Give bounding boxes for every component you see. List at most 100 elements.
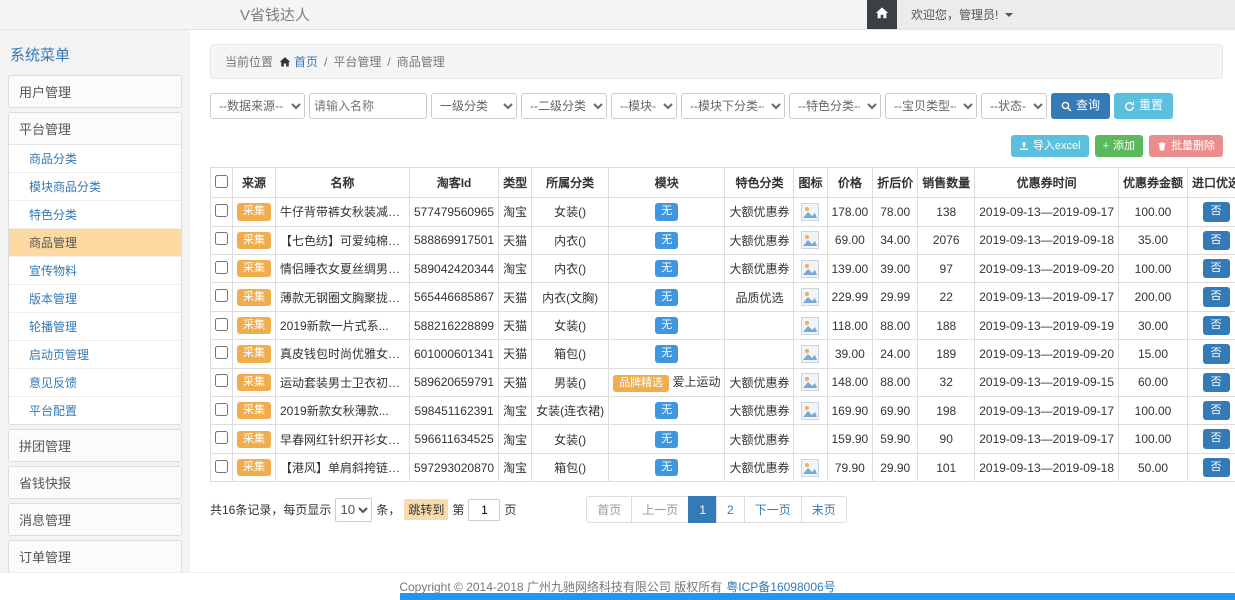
app-title: V省钱达人 — [0, 0, 867, 29]
per-page-select[interactable]: 10 — [335, 498, 372, 522]
page-button-last[interactable]: 末页 — [801, 496, 847, 523]
imported-toggle-button[interactable]: 否 — [1203, 316, 1230, 335]
name-search-input[interactable] — [309, 93, 427, 119]
page-button-page-1[interactable]: 1 — [688, 496, 717, 523]
cell-taoke-id: 596611634525 — [410, 425, 499, 453]
sidebar-subitem[interactable]: 商品管理 — [9, 229, 181, 257]
row-checkbox[interactable] — [215, 261, 228, 274]
cell-checkbox — [211, 226, 233, 254]
imported-toggle-button[interactable]: 否 — [1203, 259, 1230, 278]
source-badge: 采集 — [237, 345, 271, 362]
imported-toggle-button[interactable]: 否 — [1203, 429, 1230, 448]
filter-select[interactable]: --宝贝类型-- — [885, 93, 977, 119]
cell-type: 淘宝 — [499, 453, 532, 481]
home-button[interactable] — [867, 0, 897, 29]
cell-source: 采集 — [233, 453, 276, 481]
sidebar-subitem[interactable]: 平台配置 — [9, 397, 181, 424]
sidebar-subitem[interactable]: 意见反馈 — [9, 369, 181, 397]
row-checkbox[interactable] — [215, 431, 228, 444]
cell-source: 采集 — [233, 397, 276, 425]
cell-icon — [794, 453, 827, 481]
cell-checkbox — [211, 311, 233, 339]
imported-toggle-button[interactable]: 否 — [1203, 344, 1230, 363]
submenu: 商品分类模块商品分类特色分类商品管理宣传物料版本管理轮播管理启动页管理意见反馈平… — [9, 144, 181, 424]
row-checkbox[interactable] — [215, 346, 228, 359]
cell-type: 天猫 — [499, 283, 532, 311]
cell-product-name: 【七色纺】可爱纯棉家... — [276, 226, 410, 254]
cell-taoke-id: 588216228899 — [410, 311, 499, 339]
imported-toggle-button[interactable]: 否 — [1203, 202, 1230, 221]
breadcrumb-home-link[interactable]: 首页 — [279, 53, 318, 70]
search-button[interactable]: 查询 — [1051, 93, 1110, 119]
imported-toggle-button[interactable]: 否 — [1203, 287, 1230, 306]
sidebar-item[interactable]: 省钱快报 — [9, 467, 181, 498]
page-button-next[interactable]: 下一页 — [744, 496, 802, 523]
filter-select[interactable]: --二级分类-- — [521, 93, 607, 119]
data-source-select[interactable]: --数据来源-- — [210, 93, 305, 119]
sidebar-subitem[interactable]: 版本管理 — [9, 285, 181, 313]
cell-feature: 大额优惠券 — [725, 198, 794, 226]
cell-sales: 101 — [918, 453, 975, 481]
sidebar-subitem[interactable]: 商品分类 — [9, 145, 181, 173]
row-checkbox[interactable] — [215, 374, 228, 387]
sidebar-subitem[interactable]: 模块商品分类 — [9, 173, 181, 201]
reset-button-label: 重置 — [1139, 98, 1163, 114]
sidebar-item[interactable]: 消息管理 — [9, 504, 181, 535]
sidebar-item[interactable]: 平台管理 — [9, 113, 181, 144]
batch-delete-button[interactable]: 批量删除 — [1149, 135, 1223, 157]
jump-page-input[interactable] — [468, 499, 500, 521]
sidebar-item[interactable]: 订单管理 — [9, 541, 181, 572]
column-header: 淘客Id — [410, 168, 499, 198]
cell-icon — [794, 255, 827, 283]
row-checkbox[interactable] — [215, 403, 228, 416]
cell-sales: 2076 — [918, 226, 975, 254]
header-row: 来源名称淘客Id类型所属分类模块特色分类图标价格折后价销售数量优惠券时间优惠券金… — [211, 168, 1235, 198]
cell-discount-price: 78.00 — [873, 198, 918, 226]
cell-imported: 否 — [1188, 311, 1235, 339]
row-checkbox[interactable] — [215, 232, 228, 245]
cell-category: 内衣() — [532, 226, 609, 254]
row-checkbox[interactable] — [215, 289, 228, 302]
add-button-label: 添加 — [1113, 139, 1135, 153]
module-badge: 无 — [655, 345, 678, 362]
table-row: 采集牛仔背带裤女秋装减龄...577479560965淘宝女装()无大额优惠券1… — [211, 198, 1235, 226]
product-image — [801, 345, 819, 363]
imported-toggle-button[interactable]: 否 — [1203, 458, 1230, 477]
row-checkbox[interactable] — [215, 204, 228, 217]
sidebar-subitem[interactable]: 轮播管理 — [9, 313, 181, 341]
import-excel-button[interactable]: 导入excel — [1011, 135, 1089, 157]
page-button-prev[interactable]: 上一页 — [631, 496, 689, 523]
filter-select[interactable]: --模块下分类-- — [681, 93, 785, 119]
column-header: 优惠券时间 — [975, 168, 1119, 198]
select-all-checkbox[interactable] — [215, 175, 228, 188]
filter-select[interactable]: --模块-- — [611, 93, 677, 119]
sidebar-item[interactable]: 用户管理 — [9, 76, 181, 107]
source-badge: 采集 — [237, 232, 271, 249]
sidebar-subitem[interactable]: 启动页管理 — [9, 341, 181, 369]
row-checkbox[interactable] — [215, 318, 228, 331]
imported-toggle-button[interactable]: 否 — [1203, 231, 1230, 250]
add-button[interactable]: + 添加 — [1095, 135, 1143, 157]
cell-product-name: 运动套装男士卫衣初秋... — [276, 368, 410, 396]
filter-select[interactable]: --状态-- — [981, 93, 1047, 119]
table-actions: 导入excel + 添加 批量删除 — [210, 135, 1223, 157]
imported-toggle-button[interactable]: 否 — [1203, 373, 1230, 392]
user-menu[interactable]: 欢迎您，管理员! — [897, 0, 1235, 29]
cell-feature: 大额优惠券 — [725, 226, 794, 254]
column-header: 图标 — [794, 168, 827, 198]
sidebar-subitem[interactable]: 特色分类 — [9, 201, 181, 229]
cell-product-name: 2019新款一片式系... — [276, 311, 410, 339]
module-badge: 无 — [655, 289, 678, 306]
cell-module: 无 — [609, 311, 725, 339]
cell-coupon-amount: 50.00 — [1119, 453, 1188, 481]
filter-select[interactable]: 一级分类 — [431, 93, 517, 119]
sidebar-subitem[interactable]: 宣传物料 — [9, 257, 181, 285]
imported-toggle-button[interactable]: 否 — [1203, 401, 1230, 420]
reset-button[interactable]: 重置 — [1114, 93, 1173, 119]
page-button-page-2[interactable]: 2 — [716, 496, 745, 523]
cell-coupon-amount: 100.00 — [1119, 255, 1188, 283]
row-checkbox[interactable] — [215, 460, 228, 473]
filter-select[interactable]: --特色分类-- — [789, 93, 881, 119]
page-button-first[interactable]: 首页 — [586, 496, 632, 523]
sidebar-item[interactable]: 拼团管理 — [9, 430, 181, 461]
